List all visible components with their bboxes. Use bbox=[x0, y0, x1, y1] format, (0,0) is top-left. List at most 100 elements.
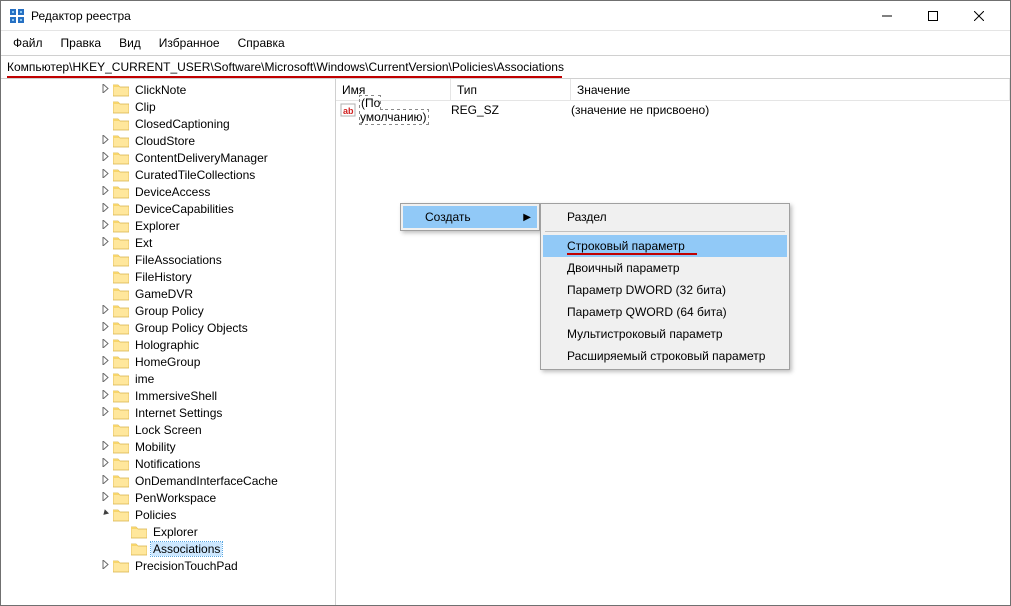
tree-node[interactable]: ImmersiveShell bbox=[1, 387, 335, 404]
ctx-sub-item[interactable]: Раздел bbox=[543, 206, 787, 228]
folder-icon bbox=[113, 389, 129, 403]
tree-node[interactable]: Mobility bbox=[1, 438, 335, 455]
twisty-closed-icon[interactable] bbox=[97, 475, 113, 487]
menu-help[interactable]: Справка bbox=[230, 33, 293, 53]
folder-icon bbox=[113, 355, 129, 369]
twisty-closed-icon[interactable] bbox=[97, 84, 113, 96]
menu-view[interactable]: Вид bbox=[111, 33, 149, 53]
twisty-closed-icon[interactable] bbox=[97, 458, 113, 470]
ctx-create[interactable]: Создать ▶ bbox=[403, 206, 537, 228]
tree-node[interactable]: ClickNote bbox=[1, 81, 335, 98]
twisty-closed-icon[interactable] bbox=[97, 169, 113, 181]
folder-icon bbox=[113, 338, 129, 352]
addressbar[interactable]: Компьютер\HKEY_CURRENT_USER\Software\Mic… bbox=[1, 56, 1010, 79]
tree-node[interactable]: Associations bbox=[1, 540, 335, 557]
folder-icon bbox=[113, 440, 129, 454]
tree-pane[interactable]: ClickNoteClipClosedCaptioningCloudStoreC… bbox=[1, 79, 336, 605]
twisty-closed-icon[interactable] bbox=[97, 390, 113, 402]
tree-node[interactable]: ClosedCaptioning bbox=[1, 115, 335, 132]
ctx-underline-annotation bbox=[567, 253, 697, 255]
tree-node[interactable]: PrecisionTouchPad bbox=[1, 557, 335, 574]
tree-node-label: PenWorkspace bbox=[133, 491, 218, 505]
folder-icon bbox=[113, 270, 129, 284]
folder-icon bbox=[113, 117, 129, 131]
cell-value: (значение не присвоено) bbox=[571, 103, 1010, 117]
folder-icon bbox=[113, 83, 129, 97]
tree-node-label: FileAssociations bbox=[133, 253, 224, 267]
minimize-button[interactable] bbox=[864, 1, 910, 31]
tree-node-label: Associations bbox=[151, 542, 222, 556]
twisty-closed-icon[interactable] bbox=[97, 305, 113, 317]
folder-icon bbox=[113, 185, 129, 199]
folder-icon bbox=[113, 134, 129, 148]
folder-icon bbox=[113, 372, 129, 386]
folder-icon bbox=[113, 321, 129, 335]
tree-node-label: Internet Settings bbox=[133, 406, 224, 420]
tree-node[interactable]: FileHistory bbox=[1, 268, 335, 285]
tree-node[interactable]: ime bbox=[1, 370, 335, 387]
ctx-sub-item[interactable]: Параметр DWORD (32 бита) bbox=[543, 279, 787, 301]
tree-node[interactable]: CuratedTileCollections bbox=[1, 166, 335, 183]
tree-node[interactable]: Internet Settings bbox=[1, 404, 335, 421]
list-pane[interactable]: Имя Тип Значение ab(По умолчанию)REG_SZ(… bbox=[336, 79, 1010, 605]
menu-edit[interactable]: Правка bbox=[53, 33, 110, 53]
twisty-closed-icon[interactable] bbox=[97, 339, 113, 351]
twisty-closed-icon[interactable] bbox=[97, 373, 113, 385]
tree-node[interactable]: Ext bbox=[1, 234, 335, 251]
twisty-closed-icon[interactable] bbox=[97, 441, 113, 453]
twisty-closed-icon[interactable] bbox=[97, 407, 113, 419]
tree-node[interactable]: Notifications bbox=[1, 455, 335, 472]
menu-favorites[interactable]: Избранное bbox=[151, 33, 228, 53]
tree-node[interactable]: CloudStore bbox=[1, 132, 335, 149]
twisty-closed-icon[interactable] bbox=[97, 237, 113, 249]
tree-node[interactable]: Explorer bbox=[1, 217, 335, 234]
folder-icon bbox=[113, 253, 129, 267]
folder-icon bbox=[113, 491, 129, 505]
tree-node[interactable]: DeviceCapabilities bbox=[1, 200, 335, 217]
maximize-button[interactable] bbox=[910, 1, 956, 31]
tree-node[interactable]: FileAssociations bbox=[1, 251, 335, 268]
tree-node[interactable]: GameDVR bbox=[1, 285, 335, 302]
twisty-closed-icon[interactable] bbox=[97, 203, 113, 215]
ctx-sub-item[interactable]: Строковый параметр bbox=[543, 235, 787, 257]
tree-node[interactable]: PenWorkspace bbox=[1, 489, 335, 506]
tree-node[interactable]: Clip bbox=[1, 98, 335, 115]
twisty-closed-icon[interactable] bbox=[97, 560, 113, 572]
folder-icon bbox=[113, 219, 129, 233]
col-type[interactable]: Тип bbox=[451, 79, 571, 100]
ctx-sub-item[interactable]: Двоичный параметр bbox=[543, 257, 787, 279]
twisty-open-icon[interactable] bbox=[97, 509, 113, 521]
menubar: Файл Правка Вид Избранное Справка bbox=[1, 31, 1010, 56]
tree-node[interactable]: Holographic bbox=[1, 336, 335, 353]
twisty-closed-icon[interactable] bbox=[97, 186, 113, 198]
twisty-closed-icon[interactable] bbox=[97, 322, 113, 334]
twisty-closed-icon[interactable] bbox=[97, 220, 113, 232]
twisty-closed-icon[interactable] bbox=[97, 356, 113, 368]
tree-node[interactable]: Lock Screen bbox=[1, 421, 335, 438]
tree-node[interactable]: Group Policy bbox=[1, 302, 335, 319]
list-row[interactable]: ab(По умолчанию)REG_SZ(значение не присв… bbox=[336, 101, 1010, 119]
tree-node[interactable]: Group Policy Objects bbox=[1, 319, 335, 336]
ctx-sub-item[interactable]: Мультистроковый параметр bbox=[543, 323, 787, 345]
ctx-sub-item[interactable]: Параметр QWORD (64 бита) bbox=[543, 301, 787, 323]
tree-node[interactable]: Policies bbox=[1, 506, 335, 523]
submenu-arrow-icon: ▶ bbox=[523, 212, 531, 223]
tree-node[interactable]: ContentDeliveryManager bbox=[1, 149, 335, 166]
context-submenu: Раздел Строковый параметрДвоичный парамет… bbox=[540, 203, 790, 370]
tree-node-label: ClosedCaptioning bbox=[133, 117, 232, 131]
close-button[interactable] bbox=[956, 1, 1002, 31]
tree-node[interactable]: HomeGroup bbox=[1, 353, 335, 370]
twisty-closed-icon[interactable] bbox=[97, 152, 113, 164]
tree-node-label: CloudStore bbox=[133, 134, 197, 148]
ctx-sub-item[interactable]: Расширяемый строковый параметр bbox=[543, 345, 787, 367]
tree-node-label: FileHistory bbox=[133, 270, 194, 284]
twisty-closed-icon[interactable] bbox=[97, 135, 113, 147]
tree-node[interactable]: Explorer bbox=[1, 523, 335, 540]
tree-node-label: GameDVR bbox=[133, 287, 195, 301]
col-value[interactable]: Значение bbox=[571, 79, 1010, 100]
tree-node[interactable]: DeviceAccess bbox=[1, 183, 335, 200]
menu-file[interactable]: Файл bbox=[5, 33, 51, 53]
twisty-closed-icon[interactable] bbox=[97, 492, 113, 504]
tree-node-label: DeviceCapabilities bbox=[133, 202, 236, 216]
tree-node[interactable]: OnDemandInterfaceCache bbox=[1, 472, 335, 489]
